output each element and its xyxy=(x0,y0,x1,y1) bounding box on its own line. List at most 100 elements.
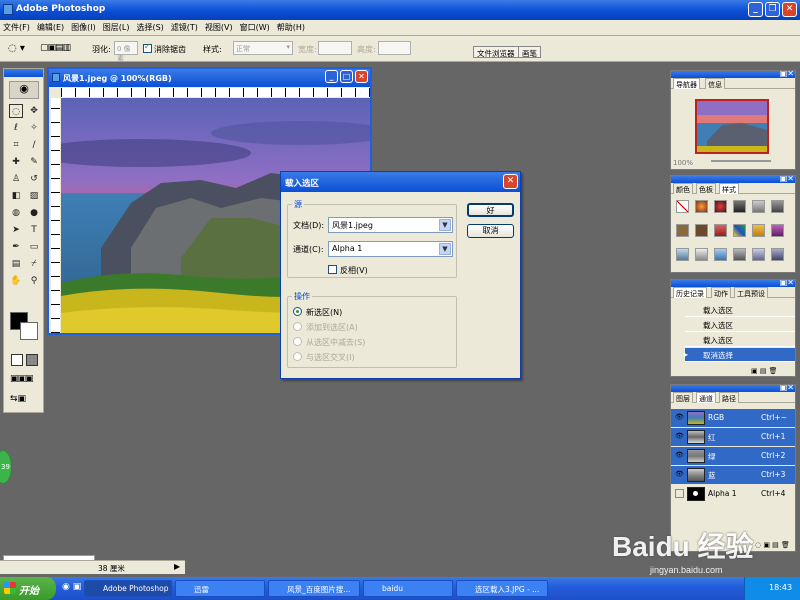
slice-icon[interactable]: ∕ xyxy=(27,138,41,152)
jump-to-imageready-icon[interactable]: ⇆▣ xyxy=(10,394,40,406)
file-browser-tab[interactable]: 文件浏览器 xyxy=(473,46,519,58)
tab-actions[interactable]: 动作 xyxy=(711,287,731,298)
zoom-icon[interactable]: ⚲ xyxy=(27,274,41,288)
menu-view[interactable]: 视图(V) xyxy=(205,22,233,33)
menu-help[interactable]: 帮助(H) xyxy=(277,22,305,33)
channel-row-alpha[interactable]: Alpha 1 Ctrl+4 xyxy=(671,485,795,503)
close-icon[interactable]: ▣✕ xyxy=(780,383,794,392)
marquee-icon[interactable]: ◌ xyxy=(9,104,23,118)
hand-icon[interactable]: ✋ xyxy=(9,274,23,288)
tab-info[interactable]: 信息 xyxy=(705,78,725,89)
status-arrow-icon[interactable]: ▶ xyxy=(174,562,180,571)
history-item[interactable]: 载入选区 xyxy=(685,318,795,332)
shape-icon[interactable]: ▭ xyxy=(27,240,41,254)
path-select-icon[interactable]: ➤ xyxy=(9,223,23,237)
zoom-value[interactable]: 100% xyxy=(673,159,693,167)
style-swatch[interactable] xyxy=(676,224,689,237)
style-swatch[interactable] xyxy=(733,224,746,237)
doc-minimize-button[interactable]: _ xyxy=(325,70,338,83)
ok-button[interactable]: 好 xyxy=(467,203,514,217)
background-color-swatch[interactable] xyxy=(20,322,38,340)
menu-filter[interactable]: 滤镜(T) xyxy=(171,22,198,33)
taskbar-item-browser[interactable]: 风景_百度图片搜... xyxy=(268,580,360,597)
close-icon[interactable]: ▣✕ xyxy=(780,174,794,183)
style-swatch[interactable] xyxy=(771,248,784,261)
tab-tool-presets[interactable]: 工具预设 xyxy=(734,287,768,298)
tab-styles[interactable]: 样式 xyxy=(719,183,739,194)
blur-icon[interactable]: ◍ xyxy=(9,206,23,220)
menu-window[interactable]: 窗口(W) xyxy=(240,22,270,33)
style-swatch[interactable] xyxy=(695,224,708,237)
gradient-icon[interactable]: ▨ xyxy=(27,189,41,203)
eye-icon[interactable]: 👁 xyxy=(675,413,684,422)
channel-row-green[interactable]: 👁 绿 Ctrl+2 xyxy=(671,447,795,465)
zoom-slider[interactable] xyxy=(711,160,771,162)
style-swatch[interactable] xyxy=(733,200,746,213)
taskbar-item-xunlei[interactable]: 迅雷 xyxy=(175,580,265,597)
selection-mode-icons[interactable]: ▢▣▤▥ xyxy=(40,43,71,53)
style-swatch[interactable] xyxy=(752,248,765,261)
taskbar-item-photoshop[interactable]: Adobe Photoshop xyxy=(84,580,172,597)
quickmask-mode-icon[interactable] xyxy=(26,354,38,366)
eyedropper-icon[interactable]: ⌿ xyxy=(27,257,41,271)
marquee-tool-icon[interactable]: ◌ ▾ xyxy=(8,43,25,54)
style-swatch[interactable] xyxy=(752,200,765,213)
menu-edit[interactable]: 编辑(E) xyxy=(37,22,64,33)
eye-icon[interactable]: 👁 xyxy=(675,470,684,479)
tab-channels[interactable]: 通道 xyxy=(696,392,716,403)
height-input[interactable] xyxy=(378,41,411,55)
minimize-button[interactable]: _ xyxy=(748,2,763,17)
add-selection-radio[interactable] xyxy=(293,322,302,331)
new-selection-radio[interactable] xyxy=(293,307,302,316)
style-swatch[interactable] xyxy=(771,200,784,213)
tab-paths[interactable]: 路径 xyxy=(719,392,739,403)
channel-row-red[interactable]: 👁 红 Ctrl+1 xyxy=(671,428,795,446)
menu-image[interactable]: 图像(I) xyxy=(71,22,96,33)
menu-select[interactable]: 选择(S) xyxy=(136,22,163,33)
close-icon[interactable]: ▣✕ xyxy=(780,69,794,78)
type-icon[interactable]: T xyxy=(27,223,41,237)
eye-icon[interactable]: 👁 xyxy=(675,451,684,460)
history-item-selected[interactable]: 取消选择 xyxy=(685,348,795,362)
style-swatch[interactable] xyxy=(676,200,689,213)
taskbar-item-image[interactable]: 选区载入3.JPG - ... xyxy=(456,580,548,597)
tab-history[interactable]: 历史记录 xyxy=(673,287,707,298)
floating-badge[interactable]: 39 xyxy=(0,450,12,484)
tab-color[interactable]: 颜色 xyxy=(673,183,693,194)
menu-file[interactable]: 文件(F) xyxy=(3,22,30,33)
pen-icon[interactable]: ✒ xyxy=(9,240,23,254)
close-icon[interactable]: ▣✕ xyxy=(780,278,794,287)
notes-icon[interactable]: ▤ xyxy=(9,257,23,271)
visibility-box[interactable] xyxy=(675,489,684,498)
dodge-icon[interactable]: ● xyxy=(27,206,41,220)
brush-icon[interactable]: ✎ xyxy=(27,155,41,169)
stamp-icon[interactable]: ♙ xyxy=(9,172,23,186)
doc-close-button[interactable]: ✕ xyxy=(355,70,368,83)
menu-layer[interactable]: 图层(L) xyxy=(103,22,130,33)
style-swatch[interactable] xyxy=(771,224,784,237)
document-select[interactable]: 风景1.jpeg ▼ xyxy=(328,217,453,233)
style-swatch[interactable] xyxy=(752,224,765,237)
antialias-checkbox[interactable]: ✓ xyxy=(143,42,152,53)
intersect-selection-radio[interactable] xyxy=(293,352,302,361)
close-button[interactable]: ✕ xyxy=(782,2,797,17)
eye-icon[interactable]: 👁 xyxy=(675,432,684,441)
channel-row-rgb[interactable]: 👁 RGB Ctrl+~ xyxy=(671,409,795,427)
navigator-thumbnail[interactable] xyxy=(695,99,769,154)
subtract-selection-radio[interactable] xyxy=(293,337,302,346)
cancel-button[interactable]: 取消 xyxy=(467,224,514,238)
healing-icon[interactable]: ✚ xyxy=(9,155,23,169)
magic-wand-icon[interactable]: ✧ xyxy=(27,121,41,135)
feather-input[interactable]: 0 像素 xyxy=(114,41,138,63)
tab-layers[interactable]: 图层 xyxy=(673,392,693,403)
history-footer-icons[interactable]: ▣ ▤ 🗑 xyxy=(751,367,778,375)
invert-checkbox[interactable] xyxy=(328,265,337,274)
channel-select[interactable]: Alpha 1 ▼ xyxy=(328,241,453,257)
doc-maximize-button[interactable]: □ xyxy=(340,70,353,83)
history-brush-icon[interactable]: ↺ xyxy=(27,172,41,186)
brushes-tab[interactable]: 画笔 xyxy=(518,46,541,58)
channel-row-blue[interactable]: 👁 蓝 Ctrl+3 xyxy=(671,466,795,484)
eraser-icon[interactable]: ◧ xyxy=(9,189,23,203)
start-button[interactable]: 开始 xyxy=(0,577,56,600)
dialog-close-button[interactable]: ✕ xyxy=(503,174,518,189)
